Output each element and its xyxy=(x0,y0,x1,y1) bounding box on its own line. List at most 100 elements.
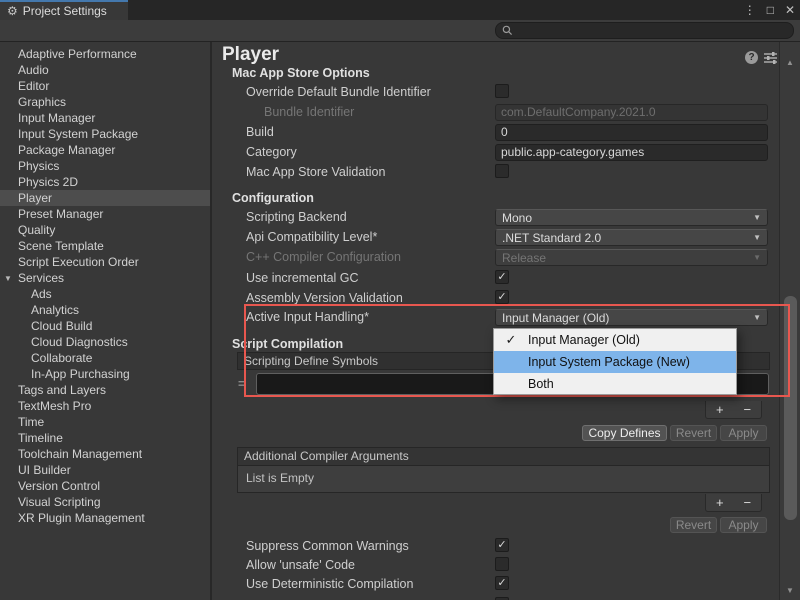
sidebar-item-cloud-build[interactable]: Cloud Build xyxy=(0,318,210,334)
maximize-icon[interactable]: □ xyxy=(767,4,774,16)
sidebar-item-label: UI Builder xyxy=(18,463,71,477)
sidebar-item-player[interactable]: Player xyxy=(0,190,210,206)
sidebar-item-label: Player xyxy=(18,191,52,205)
sidebar-item-graphics[interactable]: Graphics xyxy=(0,94,210,110)
sidebar-item-analytics[interactable]: Analytics xyxy=(0,302,210,318)
chevron-down-icon: ▼ xyxy=(753,213,761,222)
copy-defines-button[interactable]: Copy Defines xyxy=(582,425,667,441)
build-field[interactable]: 0 xyxy=(495,124,768,141)
add-button[interactable]: + xyxy=(716,403,724,416)
sidebar-item-textmesh-pro[interactable]: TextMesh Pro xyxy=(0,398,210,414)
add-button[interactable]: + xyxy=(716,496,724,509)
sidebar-item-input-system-package[interactable]: Input System Package xyxy=(0,126,210,142)
override-bundle-label: Override Default Bundle Identifier xyxy=(246,85,431,99)
sidebar-item-physics-2d[interactable]: Physics 2D xyxy=(0,174,210,190)
sidebar-item-in-app-purchasing[interactable]: In-App Purchasing xyxy=(0,366,210,382)
remove-button[interactable]: − xyxy=(743,496,751,509)
sidebar-item-quality[interactable]: Quality xyxy=(0,222,210,238)
sidebar-item-scene-template[interactable]: Scene Template xyxy=(0,238,210,254)
popup-item-label: Input System Package (New) xyxy=(528,355,690,369)
compiler-arguments-list-controls: + − xyxy=(705,494,762,512)
sidebar-item-ads[interactable]: Ads xyxy=(0,286,210,302)
sidebar-item-package-manager[interactable]: Package Manager xyxy=(0,142,210,158)
category-label: Category xyxy=(246,145,297,159)
checkbox-override-bundle[interactable] xyxy=(495,84,509,98)
sidebar-item-visual-scripting[interactable]: Visual Scripting xyxy=(0,494,210,510)
checkbox-allow-unsafe[interactable] xyxy=(495,557,509,571)
sidebar-item-audio[interactable]: Audio xyxy=(0,62,210,78)
vertical-scrollbar[interactable]: ▲ ▼ xyxy=(779,42,800,600)
sidebar-item-label: Script Execution Order xyxy=(18,255,139,269)
popup-item-both[interactable]: Both xyxy=(494,373,736,395)
sidebar-item-label: Collaborate xyxy=(31,351,92,365)
player-settings-panel: Player ? ⚙ Mac App Store Options Overrid… xyxy=(212,42,800,600)
checkbox-deterministic[interactable]: ✓ xyxy=(495,576,509,590)
sidebar-item-label: Visual Scripting xyxy=(18,495,101,509)
sidebar-item-xr-plugin-management[interactable]: XR Plugin Management xyxy=(0,510,210,526)
active-input-dropdown-popup: ✓Input Manager (Old) Input System Package… xyxy=(493,328,737,395)
cpp-config-label: C++ Compiler Configuration xyxy=(246,250,401,264)
category-field[interactable]: public.app-category.games xyxy=(495,144,768,161)
checkbox-assembly-validation[interactable]: ✓ xyxy=(495,290,509,304)
popup-item-input-system-package-new-[interactable]: Input System Package (New) xyxy=(494,351,736,373)
page-title: Player xyxy=(222,44,279,66)
sidebar-item-label: Time xyxy=(18,415,44,429)
api-level-label: Api Compatibility Level* xyxy=(246,230,377,244)
compiler-arguments-header: Additional Compiler Arguments xyxy=(238,448,769,466)
presets-icon[interactable] xyxy=(764,52,778,64)
settings-category-sidebar: Adaptive PerformanceAudioEditorGraphicsI… xyxy=(0,42,210,600)
sidebar-item-collaborate[interactable]: Collaborate xyxy=(0,350,210,366)
api-level-value: .NET Standard 2.0 xyxy=(502,231,601,245)
help-icon[interactable]: ? xyxy=(745,51,758,64)
sidebar-item-cloud-diagnostics[interactable]: Cloud Diagnostics xyxy=(0,334,210,350)
foldout-arrow-icon[interactable]: ▼ xyxy=(4,271,12,287)
checkbox-mac-validation[interactable] xyxy=(495,164,509,178)
section-script-compilation: Script Compilation xyxy=(232,337,343,351)
api-level-dropdown[interactable]: .NET Standard 2.0 ▼ xyxy=(495,229,768,246)
sidebar-item-label: Package Manager xyxy=(18,143,115,157)
sidebar-item-label: Cloud Diagnostics xyxy=(31,335,128,349)
sidebar-item-label: Adaptive Performance xyxy=(18,47,137,61)
sidebar-item-editor[interactable]: Editor xyxy=(0,78,210,94)
chevron-down-icon: ▼ xyxy=(753,313,761,322)
scrollbar-thumb[interactable] xyxy=(784,296,797,520)
sidebar-item-tags-and-layers[interactable]: Tags and Layers xyxy=(0,382,210,398)
scripting-backend-label: Scripting Backend xyxy=(246,210,347,224)
sidebar-item-physics[interactable]: Physics xyxy=(0,158,210,174)
popup-item-label: Input Manager (Old) xyxy=(528,333,640,347)
sidebar-item-preset-manager[interactable]: Preset Manager xyxy=(0,206,210,222)
sidebar-item-label: XR Plugin Management xyxy=(18,511,145,525)
sidebar-item-input-manager[interactable]: Input Manager xyxy=(0,110,210,126)
suppress-warnings-label: Suppress Common Warnings xyxy=(246,539,409,553)
sidebar-item-version-control[interactable]: Version Control xyxy=(0,478,210,494)
sidebar-item-label: Version Control xyxy=(18,479,100,493)
sidebar-item-services[interactable]: ▼Services xyxy=(0,270,210,286)
scroll-down-icon[interactable]: ▼ xyxy=(780,586,800,595)
sidebar-item-timeline[interactable]: Timeline xyxy=(0,430,210,446)
allow-unsafe-label: Allow 'unsafe' Code xyxy=(246,558,355,572)
sidebar-item-label: Physics 2D xyxy=(18,175,78,189)
sidebar-item-label: In-App Purchasing xyxy=(31,367,130,381)
window-menu-icon[interactable]: ⋮ xyxy=(744,4,756,16)
remove-button[interactable]: − xyxy=(743,403,751,416)
sidebar-item-script-execution-order[interactable]: Script Execution Order xyxy=(0,254,210,270)
sidebar-item-time[interactable]: Time xyxy=(0,414,210,430)
sidebar-item-toolchain-management[interactable]: Toolchain Management xyxy=(0,446,210,462)
mac-validation-label: Mac App Store Validation xyxy=(246,165,385,179)
checkbox-incremental-gc[interactable]: ✓ xyxy=(495,270,509,284)
scripting-backend-dropdown[interactable]: Mono ▼ xyxy=(495,209,768,226)
active-input-dropdown[interactable]: Input Manager (Old) ▼ xyxy=(495,309,768,326)
popup-item-input-manager-old-[interactable]: ✓Input Manager (Old) xyxy=(494,329,736,351)
tab-project-settings[interactable]: ⚙ Project Settings xyxy=(0,0,128,20)
sidebar-item-ui-builder[interactable]: UI Builder xyxy=(0,462,210,478)
apply-button: Apply xyxy=(720,425,767,441)
scroll-up-icon[interactable]: ▲ xyxy=(780,58,800,67)
checkbox-suppress-warnings[interactable]: ✓ xyxy=(495,538,509,552)
search-input[interactable] xyxy=(495,22,794,39)
sidebar-item-label: Input Manager xyxy=(18,111,95,125)
drag-handle-icon[interactable]: = xyxy=(238,376,246,391)
close-icon[interactable]: ✕ xyxy=(785,4,795,16)
sidebar-item-label: Tags and Layers xyxy=(18,383,106,397)
sidebar-item-label: Preset Manager xyxy=(18,207,103,221)
sidebar-item-adaptive-performance[interactable]: Adaptive Performance xyxy=(0,46,210,62)
